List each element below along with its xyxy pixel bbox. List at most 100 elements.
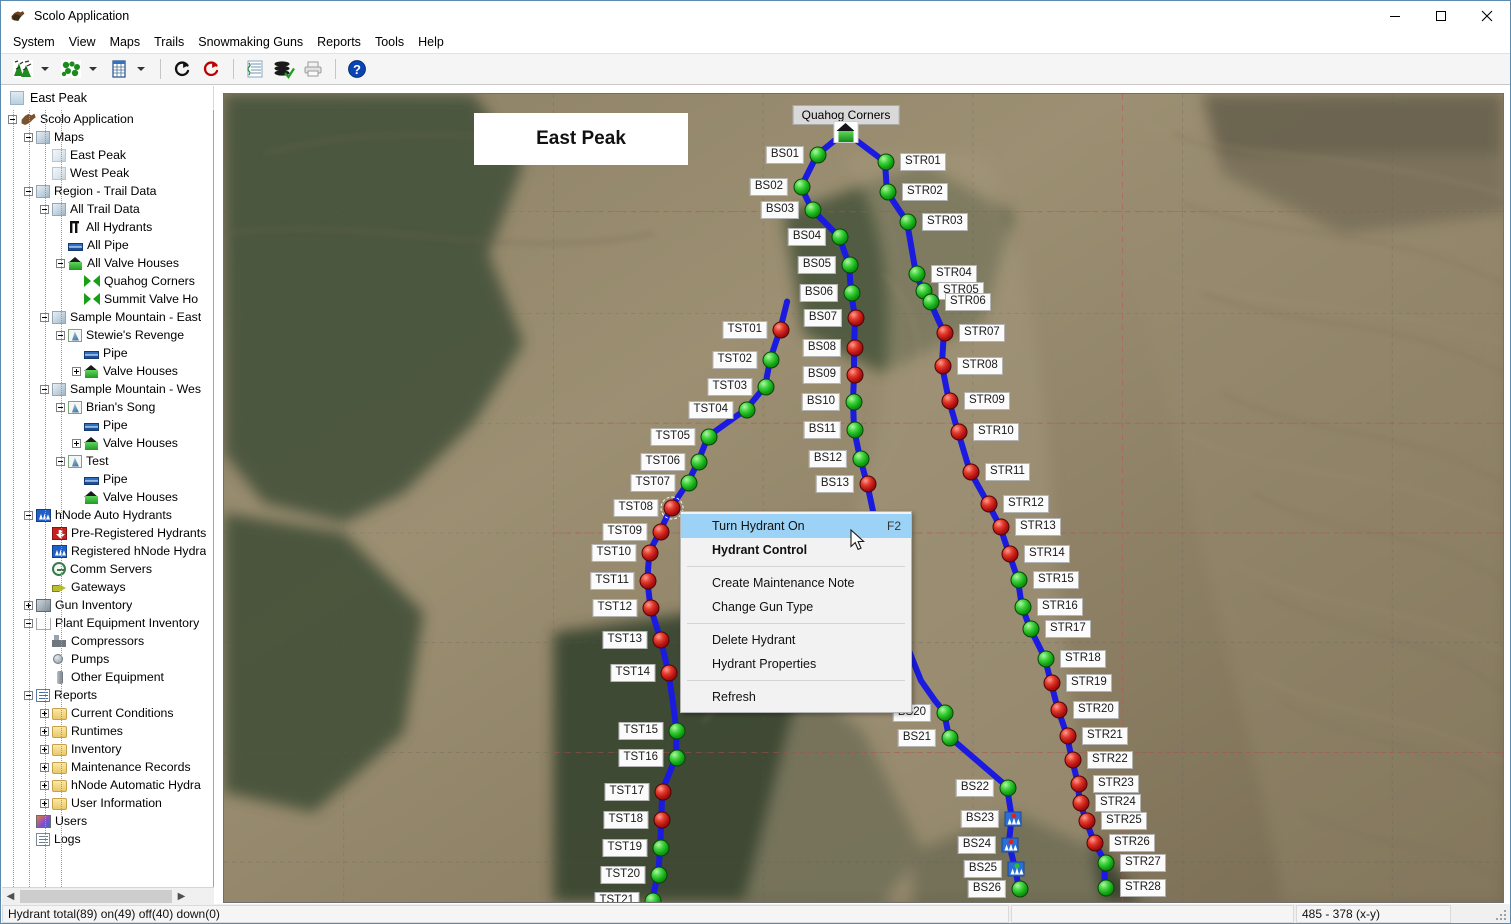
tree-item-valve-houses[interactable]: Valve Houses (2, 362, 213, 380)
hydrant-node[interactable] (645, 893, 662, 904)
hydrant-node[interactable] (653, 632, 670, 649)
list-report-icon[interactable] (241, 56, 269, 82)
context-menu-item-delete-hydrant[interactable]: Delete Hydrant (681, 628, 911, 652)
hydrant-node[interactable] (1002, 546, 1019, 563)
hnode-hydrant-icon[interactable] (1002, 838, 1019, 853)
maximize-button[interactable] (1418, 1, 1464, 31)
table-view-dropdown-arrow[interactable] (134, 56, 147, 82)
hydrant-node[interactable] (1038, 651, 1055, 668)
hydrant-node[interactable] (847, 422, 864, 439)
hydrant-node[interactable] (653, 524, 670, 541)
gun-map-dropdown-arrow[interactable] (86, 56, 99, 82)
hydrant-node[interactable] (832, 229, 849, 246)
tree-item-reports[interactable]: Reports (2, 686, 213, 704)
trail-map-dropdown-arrow[interactable] (38, 56, 51, 82)
menu-tools[interactable]: Tools (368, 32, 411, 52)
hydrant-node[interactable] (1065, 752, 1082, 769)
tree-item-scolo-application[interactable]: Scolo Application (2, 110, 213, 128)
tree-item-pumps[interactable]: Pumps (2, 650, 213, 668)
context-menu-item-hydrant-properties[interactable]: Hydrant Properties (681, 652, 911, 676)
hydrant-node[interactable] (844, 285, 861, 302)
tree-item-stewie-s-revenge[interactable]: Stewie's Revenge (2, 326, 213, 344)
hydrant-node[interactable] (1073, 795, 1090, 812)
tree-item-compressors[interactable]: Compressors (2, 632, 213, 650)
print-icon[interactable] (299, 56, 327, 82)
tree-item-pre-registered-hydrants[interactable]: Pre-Registered Hydrants (2, 524, 213, 542)
tree-item-west-peak[interactable]: West Peak (2, 164, 213, 182)
map-view[interactable]: Quahog CornersBS01BS02BS03BS04BS05BS06BS… (223, 93, 1504, 903)
hydrant-node[interactable] (1079, 813, 1096, 830)
context-menu-item-refresh[interactable]: Refresh (681, 685, 911, 709)
hydrant-node[interactable] (951, 424, 968, 441)
hydrant-node[interactable] (794, 179, 811, 196)
tree-item-sample-mountain-wes[interactable]: Sample Mountain - Wes (2, 380, 213, 398)
valve-house-icon[interactable] (834, 121, 859, 143)
hydrant-node[interactable] (1051, 702, 1068, 719)
tree-item-all-hydrants[interactable]: All Hydrants (2, 218, 213, 236)
hydrant-node[interactable] (937, 325, 954, 342)
hydrant-node[interactable] (1023, 621, 1040, 638)
hydrant-node[interactable] (664, 500, 681, 517)
menu-snowmaking-guns[interactable]: Snowmaking Guns (191, 32, 310, 52)
hydrant-node[interactable] (691, 454, 708, 471)
hydrant-node[interactable] (909, 266, 926, 283)
hydrant-node[interactable] (853, 451, 870, 468)
hydrant-node[interactable] (847, 340, 864, 357)
hydrant-node[interactable] (1011, 572, 1028, 589)
hydrant-node[interactable] (1071, 776, 1088, 793)
hydrant-node[interactable] (640, 573, 657, 590)
hydrant-node[interactable] (654, 812, 671, 829)
tree-item-valve-houses[interactable]: Valve Houses (2, 488, 213, 506)
tree-item-summit-valve-ho[interactable]: Summit Valve Ho (2, 290, 213, 308)
tree-item-gun-inventory[interactable]: Gun Inventory (2, 596, 213, 614)
refresh-all-icon[interactable] (197, 56, 225, 82)
tree-item-inventory[interactable]: Inventory (2, 740, 213, 758)
tree-item-gateways[interactable]: Gateways (2, 578, 213, 596)
hydrant-node[interactable] (1015, 599, 1032, 616)
tree-item-plant-equipment-inventory[interactable]: Plant Equipment Inventory (2, 614, 213, 632)
hydrant-context-menu[interactable]: Turn Hydrant OnF2Hydrant ControlCreate M… (680, 511, 912, 713)
tree-item-comm-servers[interactable]: Comm Servers (2, 560, 213, 578)
gun-map-icon[interactable] (57, 56, 85, 82)
hydrant-node[interactable] (642, 545, 659, 562)
hydrant-node[interactable] (739, 402, 756, 419)
tree-item-other-equipment[interactable]: Other Equipment (2, 668, 213, 686)
navigation-tree[interactable]: Scolo ApplicationMapsEast PeakWest PeakR… (2, 110, 214, 887)
hydrant-node[interactable] (661, 665, 678, 682)
hydrant-node[interactable] (763, 352, 780, 369)
minimize-button[interactable] (1372, 1, 1418, 31)
hydrant-node[interactable] (653, 840, 670, 857)
tree-item-maintenance-records[interactable]: Maintenance Records (2, 758, 213, 776)
tree-item-all-trail-data[interactable]: All Trail Data (2, 200, 213, 218)
hydrant-node[interactable] (878, 154, 895, 171)
hydrant-node[interactable] (842, 257, 859, 274)
hydrant-node[interactable] (942, 393, 959, 410)
menu-view[interactable]: View (62, 32, 103, 52)
context-menu-item-hydrant-control[interactable]: Hydrant Control (681, 538, 911, 562)
menu-maps[interactable]: Maps (103, 32, 148, 52)
hydrant-node[interactable] (758, 379, 775, 396)
context-menu-item-change-gun-type[interactable]: Change Gun Type (681, 595, 911, 619)
tree-item-hnode-auto-hydrants[interactable]: hNode Auto Hydrants (2, 506, 213, 524)
hydrant-node[interactable] (1098, 880, 1115, 897)
trail-map-icon[interactable] (9, 56, 37, 82)
hydrant-node[interactable] (860, 476, 877, 493)
help-icon[interactable]: ? (343, 56, 371, 82)
hydrant-node[interactable] (1012, 881, 1029, 898)
hydrant-node[interactable] (681, 475, 698, 492)
tree-item-test[interactable]: Test (2, 452, 213, 470)
hydrant-node[interactable] (773, 322, 790, 339)
hydrant-node[interactable] (669, 750, 686, 767)
hydrant-node[interactable] (1098, 855, 1115, 872)
tree-item-sample-mountain-east[interactable]: Sample Mountain - East (2, 308, 213, 326)
context-menu-item-turn-hydrant-on[interactable]: Turn Hydrant OnF2 (681, 514, 911, 538)
hnode-hydrant-icon[interactable] (1005, 812, 1022, 827)
tree-item-logs[interactable]: Logs (2, 830, 213, 848)
menu-help[interactable]: Help (411, 32, 451, 52)
hydrant-node[interactable] (810, 147, 827, 164)
tree-item-pipe[interactable]: Pipe (2, 470, 213, 488)
hydrant-node[interactable] (937, 705, 954, 722)
scroll-left-arrow[interactable]: ◀ (2, 888, 19, 905)
tree-tab-east-peak[interactable]: East Peak (2, 86, 214, 110)
hydrant-node[interactable] (651, 867, 668, 884)
